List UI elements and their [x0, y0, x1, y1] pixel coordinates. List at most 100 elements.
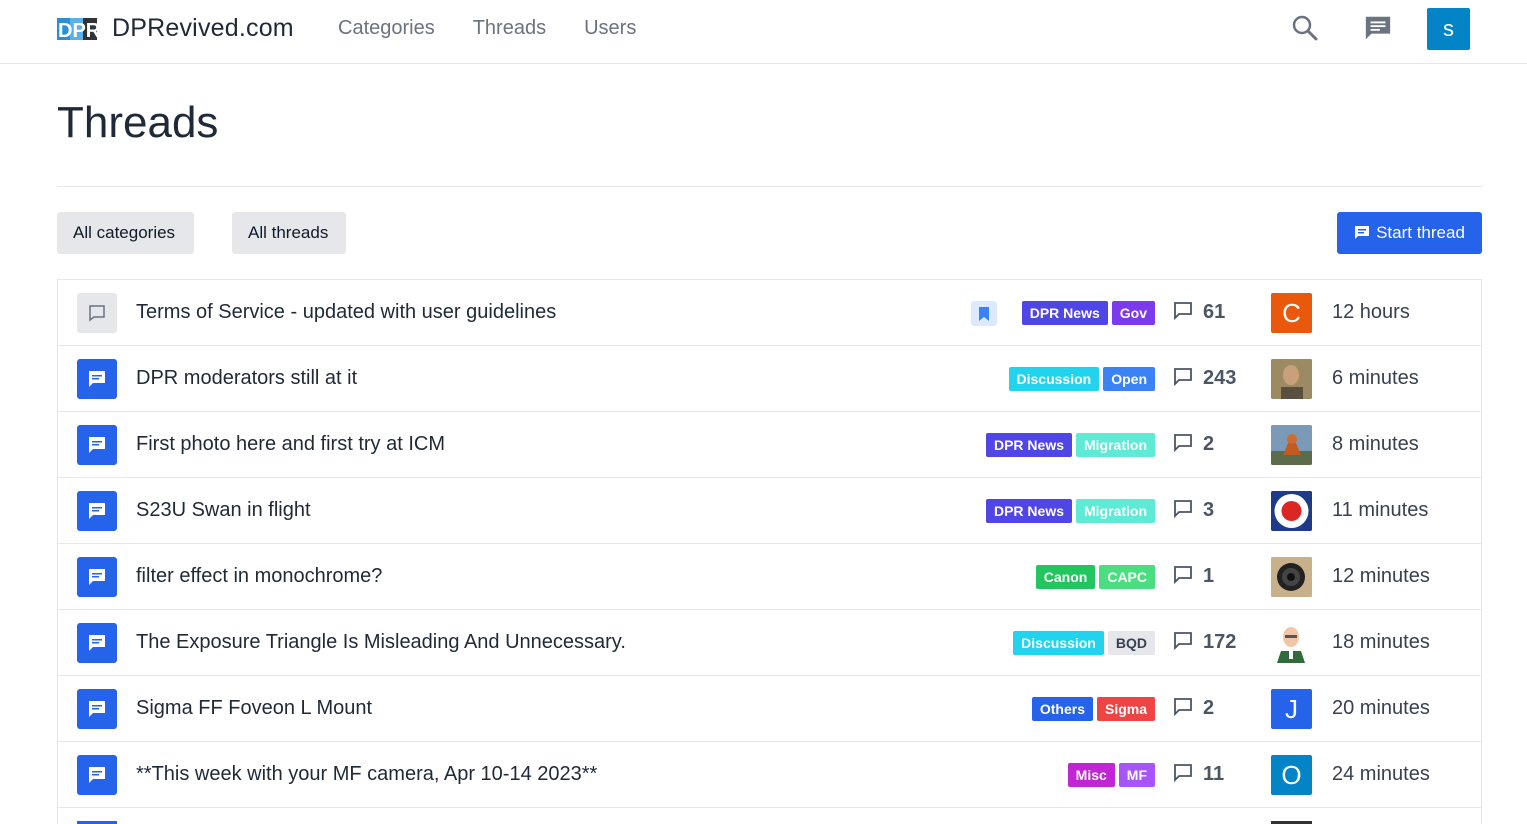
reply-count-value: 11: [1203, 763, 1225, 785]
reply-count: 2: [1173, 432, 1214, 457]
reply-count-value: 2: [1203, 433, 1215, 455]
thread-title[interactable]: The Exposure Triangle Is Misleading And …: [136, 631, 626, 654]
reply-count-value: 3: [1203, 499, 1215, 521]
reply-count-value: 2: [1203, 697, 1215, 719]
thread-status-icon: [77, 293, 117, 333]
thread-tags: DPR News Gov: [1018, 301, 1155, 325]
thread-title[interactable]: Sigma FF Foveon L Mount: [136, 697, 372, 720]
all-categories-button[interactable]: All categories: [57, 212, 194, 254]
last-poster-avatar[interactable]: [1271, 359, 1312, 399]
thread-title[interactable]: DPR moderators still at it: [136, 367, 357, 390]
last-activity-time[interactable]: 12 hours: [1332, 301, 1410, 324]
last-activity-time[interactable]: 12 minutes: [1332, 565, 1430, 588]
brand-link[interactable]: DPR DPRevived.com: [57, 14, 294, 43]
category-tag[interactable]: Open: [1103, 367, 1155, 391]
category-tag[interactable]: BQD: [1107, 631, 1155, 655]
avatar-letter: J: [1285, 693, 1298, 724]
thread-title[interactable]: filter effect in monochrome?: [136, 565, 382, 588]
user-avatar-button[interactable]: s: [1427, 8, 1470, 50]
last-activity-time[interactable]: 11 minutes: [1332, 499, 1428, 522]
chat-icon: [1355, 226, 1370, 239]
reply-count: 11: [1173, 762, 1224, 787]
last-activity-time[interactable]: 6 minutes: [1332, 367, 1419, 390]
category-tag[interactable]: Discussion: [1013, 631, 1104, 655]
thread-status-icon: [77, 623, 117, 663]
thread-status-icon: [77, 425, 117, 465]
nav-categories[interactable]: Categories: [338, 17, 435, 40]
last-activity-time[interactable]: 20 minutes: [1332, 697, 1430, 720]
thread-row[interactable]: The Exposure Triangle Is Misleading And …: [58, 610, 1481, 676]
thread-title[interactable]: Terms of Service - updated with user gui…: [136, 301, 556, 324]
nav-users[interactable]: Users: [584, 17, 636, 40]
category-tag[interactable]: Sigma: [1096, 697, 1155, 721]
thread-row[interactable]: filter effect in monochrome? Canon CAPC 1…: [58, 544, 1481, 610]
category-tag[interactable]: DPR News: [985, 499, 1072, 523]
bookmark-icon[interactable]: [971, 301, 997, 326]
comment-icon: [1173, 300, 1193, 325]
thread-status-icon: [77, 491, 117, 531]
reply-count: 61: [1173, 300, 1225, 325]
thread-row[interactable]: S23U Swan in flight DPR News Migration 3 …: [58, 478, 1481, 544]
reply-count: 1: [1173, 564, 1214, 589]
brand-name[interactable]: DPRevived.com: [112, 14, 294, 43]
reply-count-value: 172: [1203, 631, 1237, 653]
thread-title[interactable]: **This week with your MF camera, Apr 10-…: [136, 763, 597, 786]
top-navbar: DPR DPRevived.com Categories Threads Use…: [0, 0, 1527, 64]
comment-icon: [1173, 696, 1193, 721]
main-nav: Categories Threads Users: [338, 17, 674, 40]
thread-tags: Misc MF: [1064, 763, 1155, 787]
category-tag[interactable]: Misc: [1067, 763, 1115, 787]
avatar-letter: O: [1281, 759, 1302, 790]
thread-row[interactable]: **This week with your MF camera, Apr 10-…: [58, 742, 1481, 808]
category-tag[interactable]: CAPC: [1099, 565, 1155, 589]
reply-count: 172: [1173, 630, 1236, 655]
thread-row[interactable]: DPR moderators still at it Discussion Ope…: [58, 346, 1481, 412]
category-tag[interactable]: MF: [1118, 763, 1155, 787]
dpr-logo-icon: DPR: [57, 15, 97, 43]
comment-icon: [1173, 366, 1193, 391]
thread-status-icon: [77, 755, 117, 795]
search-icon[interactable]: [1291, 14, 1319, 42]
thread-tags: DPR News Migration: [982, 499, 1155, 523]
thread-tags: Others Sigma: [1028, 697, 1155, 721]
last-activity-time[interactable]: 18 minutes: [1332, 631, 1430, 654]
comment-icon: [1173, 432, 1193, 457]
all-threads-button[interactable]: All threads: [232, 212, 346, 254]
category-tag[interactable]: Migration: [1076, 499, 1155, 523]
last-poster-avatar[interactable]: [1271, 491, 1312, 531]
page-title: Threads: [57, 98, 219, 147]
comment-icon: [1173, 630, 1193, 655]
last-poster-avatar[interactable]: O: [1271, 755, 1312, 795]
last-poster-avatar[interactable]: J: [1271, 689, 1312, 729]
thread-row[interactable]: Terms of Service - updated with user gui…: [58, 280, 1481, 346]
category-tag[interactable]: Gov: [1111, 301, 1155, 325]
comment-icon: [1173, 762, 1193, 787]
last-poster-avatar[interactable]: C: [1271, 293, 1312, 333]
last-poster-avatar[interactable]: [1271, 425, 1312, 465]
last-activity-time[interactable]: 8 minutes: [1332, 433, 1419, 456]
category-tag[interactable]: Discussion: [1008, 367, 1100, 391]
thread-status-icon: [77, 689, 117, 729]
thread-status-icon: [77, 557, 117, 597]
messages-icon[interactable]: [1364, 14, 1392, 42]
thread-row[interactable]: First photo here and first try at ICM DP…: [58, 412, 1481, 478]
thread-title[interactable]: First photo here and first try at ICM: [136, 433, 445, 456]
reply-count: 243: [1173, 366, 1236, 391]
start-thread-button[interactable]: Start thread: [1337, 212, 1482, 254]
nav-threads[interactable]: Threads: [473, 17, 546, 40]
thread-row-partial[interactable]: [58, 808, 1481, 824]
last-activity-time[interactable]: 24 minutes: [1332, 763, 1430, 786]
last-poster-avatar[interactable]: [1271, 623, 1312, 663]
thread-row[interactable]: Sigma FF Foveon L Mount Others Sigma 2 J …: [58, 676, 1481, 742]
reply-count-value: 61: [1203, 301, 1226, 323]
category-tag[interactable]: DPR News: [985, 433, 1072, 457]
category-tag[interactable]: Migration: [1076, 433, 1155, 457]
last-poster-avatar[interactable]: [1271, 557, 1312, 597]
thread-list: Terms of Service - updated with user gui…: [57, 279, 1482, 824]
divider: [57, 186, 1482, 187]
category-tag[interactable]: Canon: [1035, 565, 1096, 589]
category-tag[interactable]: DPR News: [1021, 301, 1108, 325]
category-tag[interactable]: Others: [1031, 697, 1093, 721]
reply-count-value: 243: [1203, 367, 1237, 389]
thread-title[interactable]: S23U Swan in flight: [136, 499, 311, 522]
